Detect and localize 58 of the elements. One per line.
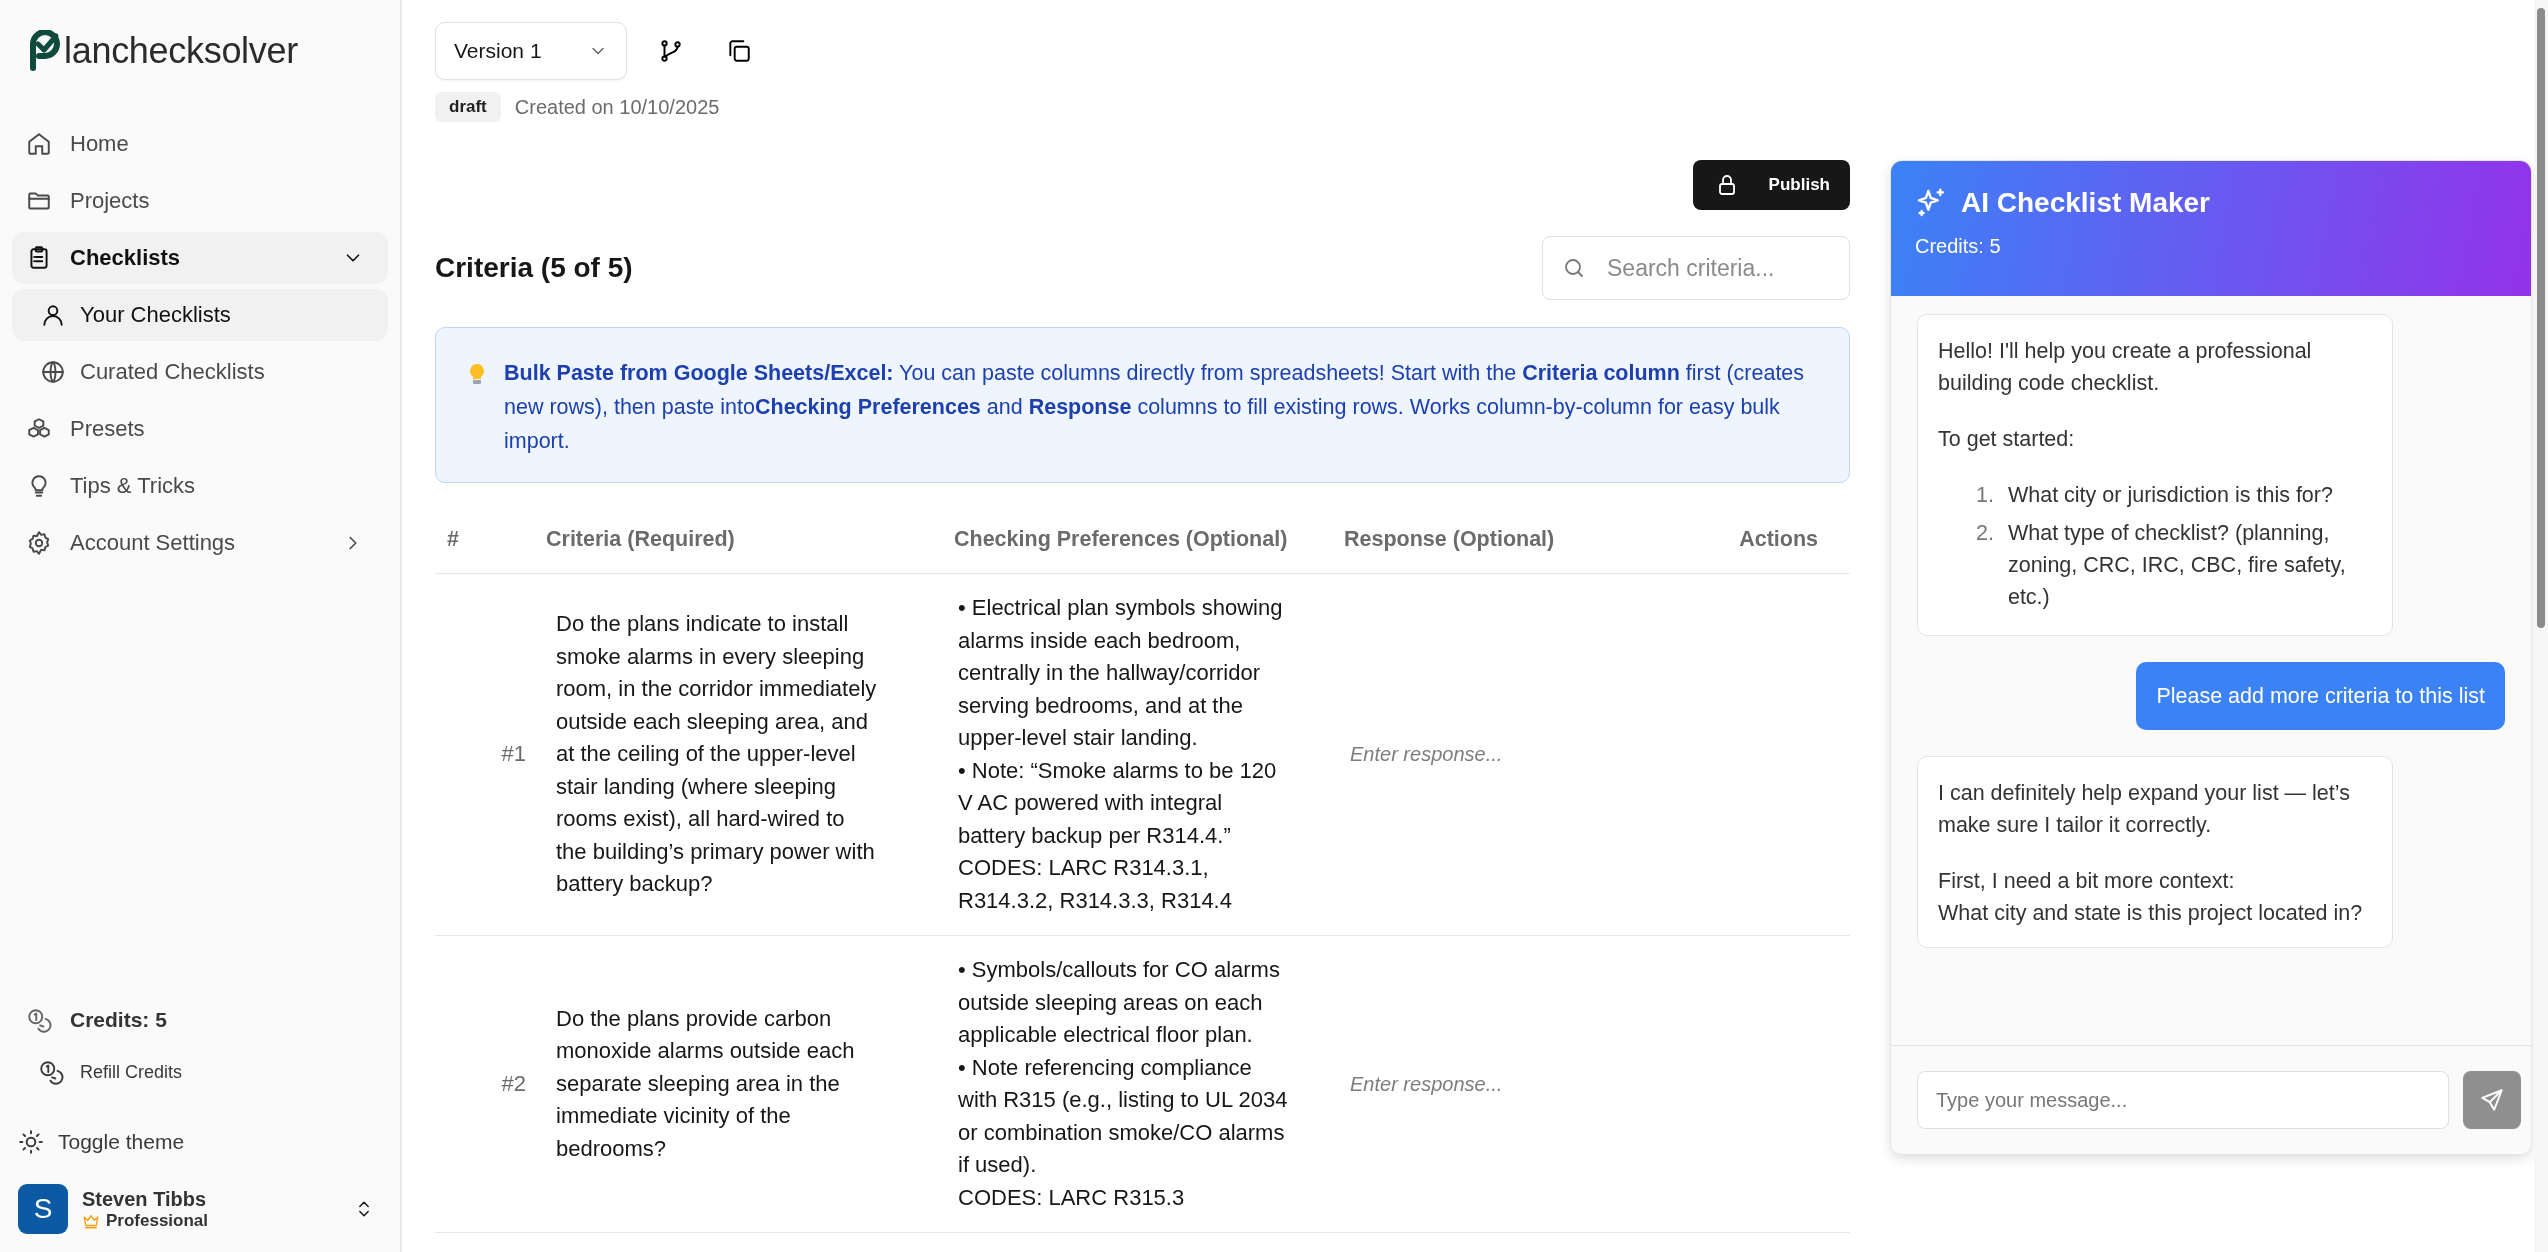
created-date: Created on 10/10/2025 [514,95,720,119]
preferences-cell: • Electrical plan symbols showing alarms inside each bedroom, centrally in the hallway/corridor serving bedrooms, and at the upper-level stair landing. • Note: “Smoke alarms to be 120 V AC powered with integral battery backup per R314.4.” CODES: LARC R314.3.1, R314.3.2, R314.3.3, R314.4 [940,573,1330,936]
search-icon [1562,256,1586,280]
send-icon [2479,1087,2505,1113]
criteria-cell: Do the plans provide carbon monoxide alarms outside each separate sleeping area in the immediate vicinity of the bedrooms? [540,935,940,1233]
column-header: Checking Preferences (Optional) [940,505,1330,574]
logo-icon [27,30,63,72]
criteria-cell: Do the plans indicate to install smoke alarms in every sleeping room, in the corridor immediately outside each sleeping area, and at the ceiling of the upper-level stair landing (where sleeping rooms exist), all hard-wired to the building’s primary power with battery backup? [540,573,940,936]
nav-item[interactable]: Projects [12,175,388,227]
settings-icon [26,530,52,556]
nav-item[interactable]: Home [12,118,388,170]
home-icon [26,131,52,157]
assistant-message: Hello! I'll help you create a professional building code checklist. To get started: 1. What city or jurisdiction is this for? 2. What type of checklist? (planning, zoning, CRC, IRC, CBC, fire safety, etc.) [1917,314,2393,636]
search-field[interactable]: Search criteria... [1542,236,1850,300]
logo-text: lanchecksolver [64,30,298,72]
version-select[interactable]: Version 1 [435,22,627,80]
refill-credits-link[interactable]: Refill Credits [12,1050,388,1094]
nav-item[interactable]: Tips & Tricks [12,460,388,512]
preferences-cell: • Symbols/callouts for CO alarms outside sleeping areas on each applicable electrical floor plan. • Note referencing compliance with R315 (e.g., listing to UL 2034 or combination smoke/CO alarms if used). CODES: LARC R315.3 [940,935,1330,1233]
nav-item[interactable]: Account Settings [12,517,388,569]
criteria-heading: Criteria (5 of 5) [435,252,633,284]
column-header: Response (Optional) [1330,505,1720,574]
credits-label: Credits: 5 [70,1008,167,1032]
git-branch-icon [658,38,684,64]
response-field[interactable]: Enter response... [1348,1066,1706,1102]
chat-credits: Credits: 5 [1915,235,2002,258]
assistant-message: I can definitely help expand your list — let’s make sure I tailor it correctly. First, I need a bit more context: What city and state is this project located in? [1917,756,2393,948]
scrollbar-thumb[interactable] [2537,8,2545,628]
scrollbar[interactable] [2534,0,2548,1252]
column-header: Actions [1720,505,1850,574]
column-header: # [435,505,540,574]
row-number: #1 [435,573,540,936]
row-number: #2 [435,935,540,1233]
user-icon [40,302,66,328]
column-header: Criteria (Required) [540,505,940,574]
send-button[interactable] [2463,1071,2521,1129]
status-badge: draft [435,92,501,122]
globe-icon [40,359,66,385]
coins-icon [38,1059,64,1085]
chat-title: AI Checklist Maker [1961,187,2210,219]
response-field[interactable]: Enter response... [1348,737,1706,772]
nav-item[interactable]: Your Checklists [12,289,388,341]
info-text: Bulk Paste from Google Sheets/Excel: You can paste columns directly from spreadsheets! Start with the Criteria column first (creates new rows), then paste intoChecking Preferences and Response columns to fill existing rows. Works column-by-column for easy bulk import. [504,360,1806,455]
toggle-theme-button[interactable]: Toggle theme [12,1120,388,1164]
copy-icon [726,38,752,64]
avatar: S [18,1184,68,1234]
nav-item[interactable]: Presets [12,403,388,455]
nav-item[interactable]: Curated Checklists [12,346,388,398]
message-input[interactable]: Type your message... [1917,1071,2449,1129]
nav-item[interactable]: Checklists [12,232,388,284]
sparkles-icon [1915,187,1947,219]
user-message: Please add more criteria to this list [2136,662,2505,730]
coins-icon [26,1007,52,1033]
sun-icon [18,1129,44,1155]
publish-button[interactable]: Publish [1692,160,1850,210]
user-name: Steven Tibbs [82,1187,208,1211]
plan-label: Professional [106,1210,209,1231]
user-menu[interactable]: S Steven Tibbs Professional [12,1184,388,1234]
